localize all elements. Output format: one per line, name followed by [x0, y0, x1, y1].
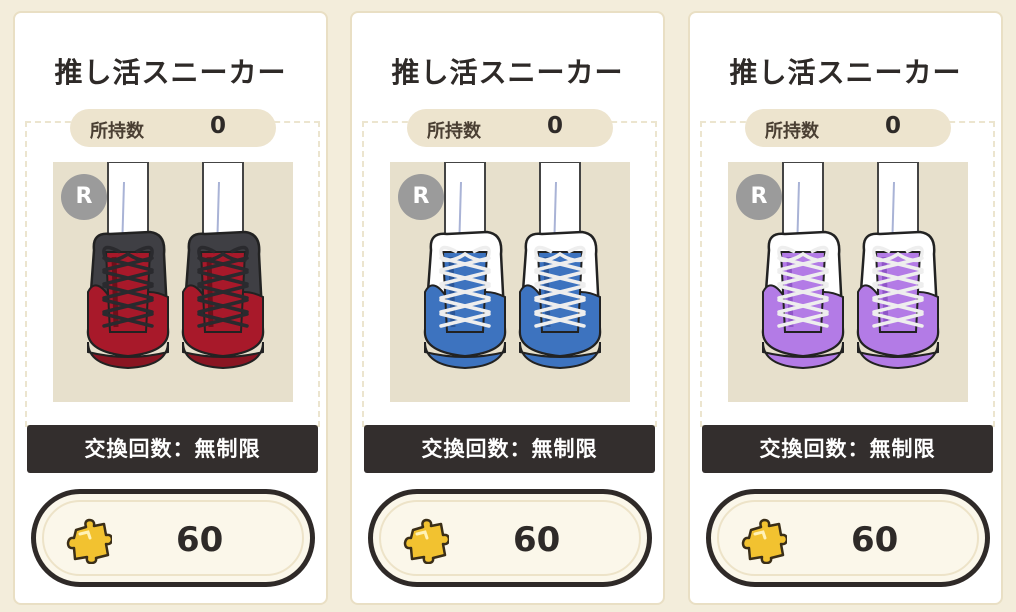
cost-value: 60 [176, 520, 224, 560]
owned-count: 0 [885, 113, 902, 139]
puzzle-piece-icon [66, 518, 112, 564]
owned-count-pill: 所持数 0 [745, 109, 951, 147]
owned-count-pill: 所持数 0 [407, 109, 613, 147]
owned-count: 0 [547, 113, 564, 139]
exchange-limit-bar: 交換回数：無制限 [27, 425, 318, 473]
owned-label: 所持数 [90, 121, 144, 142]
puzzle-piece-icon [741, 518, 787, 564]
exchange-cost-button[interactable]: 60 [368, 489, 652, 587]
owned-label: 所持数 [765, 121, 819, 142]
item-title: 推し活スニーカー [391, 56, 624, 89]
item-card-purple[interactable]: 推し活スニーカー 所持数 0 R 交換回数：無制限 60 [688, 11, 1003, 605]
exchange-cost-button[interactable]: 60 [31, 489, 315, 587]
item-title: 推し活スニーカー [729, 56, 962, 89]
item-image: R [53, 162, 293, 402]
rarity-badge: R [61, 174, 107, 220]
rarity-badge: R [398, 174, 444, 220]
item-card-blue[interactable]: 推し活スニーカー 所持数 0 R 交換回数：無制限 60 [350, 11, 665, 605]
exchange-limit-bar: 交換回数：無制限 [702, 425, 993, 473]
item-image: R [390, 162, 630, 402]
owned-count: 0 [210, 113, 227, 139]
rarity-badge: R [736, 174, 782, 220]
cost-value: 60 [851, 520, 899, 560]
cost-value: 60 [513, 520, 561, 560]
exchange-limit-bar: 交換回数：無制限 [364, 425, 655, 473]
puzzle-piece-icon [403, 518, 449, 564]
owned-count-pill: 所持数 0 [70, 109, 276, 147]
owned-label: 所持数 [427, 121, 481, 142]
item-image: R [728, 162, 968, 402]
item-card-red[interactable]: 推し活スニーカー 所持数 0 R 交換回数：無制限 60 [13, 11, 328, 605]
exchange-cost-button[interactable]: 60 [706, 489, 990, 587]
item-title: 推し活スニーカー [54, 56, 287, 89]
